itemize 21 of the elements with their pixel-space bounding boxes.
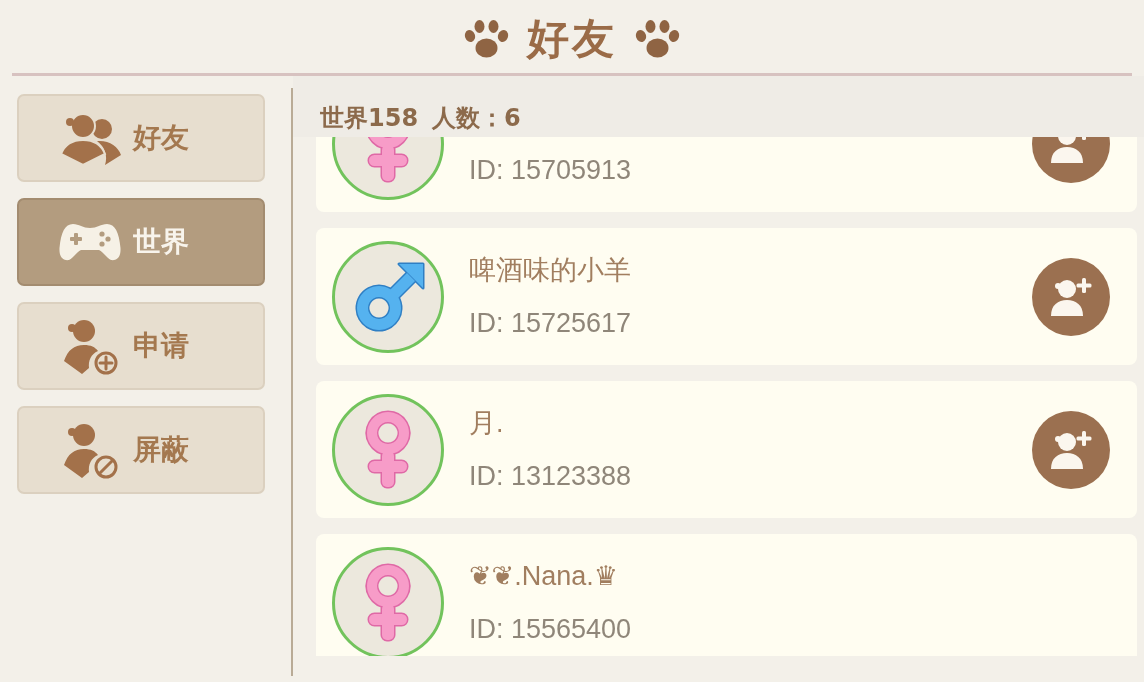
- room-label: 世界158: [320, 103, 419, 133]
- player-name: 月.: [469, 407, 504, 439]
- page-title: 好友: [527, 13, 617, 64]
- player-id: ID: 13123388: [469, 460, 632, 492]
- sidebar-tab[interactable]: 世界: [17, 198, 265, 286]
- sidebar-tab[interactable]: 屏蔽: [17, 406, 265, 494]
- player-name: 啤酒味的小羊: [469, 254, 631, 286]
- player-id: ID: 15725617: [469, 307, 632, 339]
- sidebar-tab[interactable]: 好友: [17, 94, 265, 182]
- person-blocked-icon: [62, 421, 118, 479]
- person-plus-icon: [1049, 276, 1093, 317]
- person-plus-icon: [62, 317, 118, 375]
- person-plus-icon: [1049, 429, 1093, 470]
- paw-icon: [464, 18, 509, 59]
- player-name: ❦❦.Nana.♛: [469, 560, 618, 592]
- sidebar-tab[interactable]: 申请: [17, 302, 265, 390]
- player-count: 人数：6: [432, 103, 521, 133]
- paw-icon: [635, 18, 680, 59]
- gamepad-icon: [59, 222, 121, 262]
- player-id: ID: 15565400: [469, 613, 632, 645]
- player-id: ID: 15705913: [469, 154, 632, 186]
